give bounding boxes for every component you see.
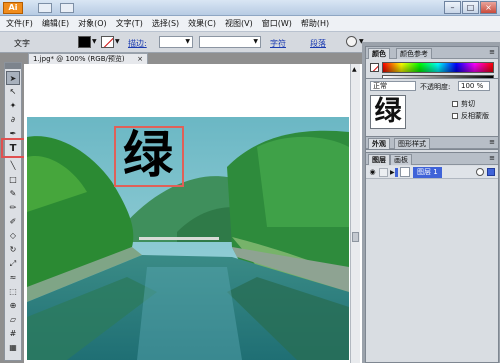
app-logo: Ai xyxy=(3,2,23,14)
menu-help[interactable]: 帮助(H) xyxy=(301,18,329,29)
scrollbar-thumb[interactable] xyxy=(352,232,359,242)
menu-edit[interactable]: 编辑(E) xyxy=(42,18,69,29)
invert-mask-label: 反相蒙版 xyxy=(461,112,489,120)
tools-panel: ➤ ↖ ✦ ∂ ✒ T ╲ □ ✎ ✏ ✐ ◇ ↻ ⤢ ≈ ⬚ ⊕ ▱ # ▦ xyxy=(4,62,22,361)
scale-tool-icon[interactable]: ⤢ xyxy=(6,257,20,271)
clip-option[interactable]: 剪切 xyxy=(452,99,475,109)
layer-name[interactable]: 图层 1 xyxy=(413,167,442,178)
blend-mode-select[interactable]: 正常 xyxy=(370,81,416,91)
menu-select[interactable]: 选择(S) xyxy=(152,18,179,29)
invert-mask-checkbox[interactable] xyxy=(452,113,458,119)
tab-artboards[interactable]: 画板 xyxy=(390,154,412,165)
document-tab[interactable]: 1.jpg* @ 100% (RGB/预览) × xyxy=(28,53,148,64)
scroll-up-icon[interactable]: ▲ xyxy=(352,66,357,73)
tab-color-guide[interactable]: 颜色参考 xyxy=(396,48,432,59)
color-panel-tabs: 颜色 颜色参考 ≡ xyxy=(366,47,498,59)
maximize-button[interactable]: □ xyxy=(462,1,479,14)
layer-thumbnail xyxy=(400,167,410,177)
font-family-field[interactable]: ▼ xyxy=(199,36,261,48)
layer-row[interactable]: ◉ ▶ 图层 1 xyxy=(366,166,498,179)
menu-object[interactable]: 对象(O) xyxy=(78,18,107,29)
menu-view[interactable]: 视图(V) xyxy=(225,18,253,29)
tools-panel-grip[interactable] xyxy=(5,63,21,69)
lock-toggle[interactable] xyxy=(379,168,388,177)
layers-panel: 图层 画板 ≡ ◉ ▶ 图层 1 xyxy=(365,152,499,363)
perspective-grid-tool-icon[interactable]: ▱ xyxy=(6,313,20,327)
panel-menu-icon[interactable]: ≡ xyxy=(489,138,495,146)
fill-dropdown-icon[interactable]: ▼ xyxy=(92,38,97,45)
visibility-eye-icon[interactable]: ◉ xyxy=(368,168,377,177)
expand-arrow-icon[interactable]: ▶ xyxy=(390,169,395,176)
tab-appearance[interactable]: 外观 xyxy=(368,138,390,149)
blob-brush-tool-icon[interactable]: ✐ xyxy=(6,215,20,229)
landscape-photo[interactable] xyxy=(27,117,349,360)
lasso-tool-icon[interactable]: ∂ xyxy=(6,113,20,127)
selection-tool-icon[interactable]: ➤ xyxy=(6,71,20,85)
character-link[interactable]: 字符 xyxy=(270,38,286,49)
layer-selection-indicator[interactable] xyxy=(487,168,495,176)
layers-panel-tabs: 图层 画板 ≡ xyxy=(366,153,498,165)
appearance-panel-tabs: 外观 图形样式 ≡ xyxy=(366,137,498,149)
paragraph-link[interactable]: 段落 xyxy=(310,38,326,49)
fill-color-swatch[interactable] xyxy=(78,36,91,48)
clip-label: 剪切 xyxy=(461,100,475,108)
minimize-button[interactable]: – xyxy=(444,1,461,14)
tab-graphic-styles[interactable]: 图形样式 xyxy=(394,138,430,149)
panel-dock: 颜色 颜色参考 ≡ 正常 不透明度: 100 % 绿 剪切 反相蒙版 外观 图形… xyxy=(362,42,500,363)
clip-checkbox[interactable] xyxy=(452,101,458,107)
stroke-weight-field[interactable]: ▼ xyxy=(159,36,193,48)
invert-mask-option[interactable]: 反相蒙版 xyxy=(452,111,489,121)
stroke-dropdown-icon[interactable]: ▼ xyxy=(115,38,120,45)
appearance-panel: 外观 图形样式 ≡ xyxy=(365,136,499,150)
menu-window[interactable]: 窗口(W) xyxy=(262,18,292,29)
vertical-scrollbar[interactable]: ▲ xyxy=(350,64,360,363)
eraser-tool-icon[interactable]: ◇ xyxy=(6,229,20,243)
control-bar-label: 文字 xyxy=(14,39,30,48)
title-bar: Ai – □ × xyxy=(0,0,500,16)
direct-selection-tool-icon[interactable]: ↖ xyxy=(6,85,20,99)
canvas-text-object[interactable]: 绿 xyxy=(118,124,178,186)
stroke-link[interactable]: 描边: xyxy=(128,38,147,49)
magic-wand-tool-icon[interactable]: ✦ xyxy=(6,99,20,113)
menu-bar: 文件(F) 编辑(E) 对象(O) 文字(T) 选择(S) 效果(C) 视图(V… xyxy=(0,16,500,32)
menu-type[interactable]: 文字(T) xyxy=(116,18,143,29)
tab-layers[interactable]: 图层 xyxy=(368,154,390,165)
window-controls: – □ × xyxy=(443,1,497,14)
layer-target-icon[interactable] xyxy=(476,168,484,176)
recolor-icon[interactable] xyxy=(346,36,357,47)
bridge-icon[interactable] xyxy=(38,3,52,13)
free-transform-tool-icon[interactable]: ⬚ xyxy=(6,285,20,299)
arrange-documents-icon[interactable] xyxy=(60,3,74,13)
opacity-label: 不透明度: xyxy=(420,83,451,91)
close-tab-icon[interactable]: × xyxy=(137,54,143,64)
rotate-tool-icon[interactable]: ↻ xyxy=(6,243,20,257)
menu-file[interactable]: 文件(F) xyxy=(6,18,33,29)
menu-effect[interactable]: 效果(C) xyxy=(188,18,216,29)
line-tool-icon[interactable]: ╲ xyxy=(6,159,20,173)
document-tab-title: 1.jpg* @ 100% (RGB/预览) xyxy=(33,55,125,63)
transparency-thumbnail: 绿 xyxy=(370,95,406,129)
layer-color-bar xyxy=(395,168,398,177)
stroke-color-swatch[interactable] xyxy=(101,36,114,48)
warp-tool-icon[interactable]: ≈ xyxy=(6,271,20,285)
none-swatch[interactable] xyxy=(370,63,379,72)
panel-menu-icon[interactable]: ≡ xyxy=(489,48,495,56)
mesh-tool-icon[interactable]: # xyxy=(6,327,20,341)
paintbrush-tool-icon[interactable]: ✎ xyxy=(6,187,20,201)
gradient-tool-icon[interactable]: ▦ xyxy=(6,341,20,355)
opacity-field[interactable]: 100 % xyxy=(458,81,490,91)
shape-builder-tool-icon[interactable]: ⊕ xyxy=(6,299,20,313)
pencil-tool-icon[interactable]: ✏ xyxy=(6,201,20,215)
tab-color[interactable]: 颜色 xyxy=(368,48,390,59)
panel-menu-icon[interactable]: ≡ xyxy=(489,154,495,162)
rectangle-tool-icon[interactable]: □ xyxy=(6,173,20,187)
close-button[interactable]: × xyxy=(480,1,497,14)
color-spectrum[interactable] xyxy=(382,62,494,73)
